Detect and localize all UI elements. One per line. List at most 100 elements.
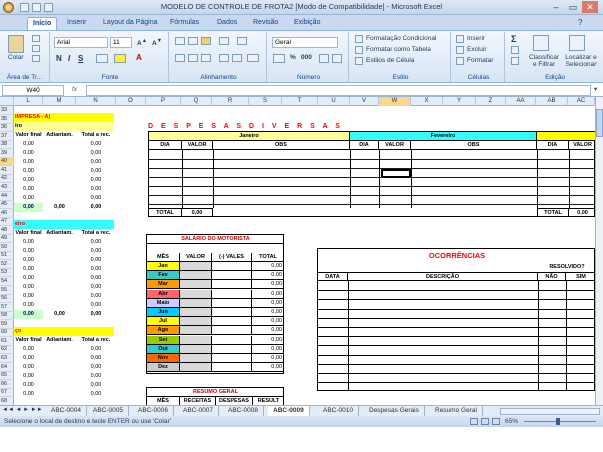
left-cell-final[interactable]: 0,00: [14, 256, 43, 265]
salario-valor-cell[interactable]: [180, 289, 212, 299]
font-size-select[interactable]: 11: [110, 37, 132, 48]
left-cell-final[interactable]: 0,00: [14, 372, 43, 381]
shrink-font-icon[interactable]: A▼: [152, 38, 162, 47]
borders-icon[interactable]: [96, 54, 108, 63]
close-icon[interactable]: ✕: [582, 1, 598, 13]
sheet-tab[interactable]: ABC-0004: [46, 406, 87, 416]
find-select-icon[interactable]: [569, 35, 585, 51]
col-header[interactable]: O: [116, 97, 146, 106]
delete-button[interactable]: Excluir: [467, 46, 487, 53]
italic-button[interactable]: I: [68, 54, 70, 63]
left-cell-final[interactable]: 0,00: [14, 149, 43, 158]
left-cell-final[interactable]: 0,00: [14, 265, 43, 274]
autosum-icon[interactable]: Σ: [511, 34, 516, 44]
selected-cell[interactable]: [381, 169, 411, 178]
tab-inicio[interactable]: Início: [27, 17, 58, 30]
minimize-icon[interactable]: –: [548, 1, 564, 13]
left-cell-total[interactable]: 0,00: [76, 301, 116, 310]
col-header[interactable]: N: [76, 97, 116, 106]
align-right-icon[interactable]: [201, 54, 211, 62]
tab-formulas[interactable]: Fórmulas: [165, 17, 204, 30]
align-top-icon[interactable]: [175, 37, 185, 45]
left-cell-total[interactable]: 0,00: [76, 372, 116, 381]
left-cell-total[interactable]: 0,00: [76, 158, 116, 167]
table-format-button[interactable]: Formatar como Tabela: [366, 46, 431, 53]
salario-vales-cell[interactable]: [212, 363, 252, 373]
fx-icon[interactable]: fx: [72, 86, 77, 93]
left-cell-total[interactable]: 0,00: [76, 345, 116, 354]
left-cell-total[interactable]: 0,00: [76, 390, 116, 399]
insert-icon[interactable]: [456, 35, 464, 43]
paste-icon[interactable]: [8, 35, 24, 53]
col-header[interactable]: M: [43, 97, 76, 106]
zoom-slider-thumb[interactable]: [556, 418, 560, 425]
left-cell-total[interactable]: 0,00: [76, 265, 116, 274]
col-header[interactable]: Z: [476, 97, 506, 106]
salario-valor-cell[interactable]: [180, 262, 212, 271]
currency-icon[interactable]: [273, 54, 285, 63]
salario-vales-cell[interactable]: [212, 317, 252, 327]
salario-vales-cell[interactable]: [212, 354, 252, 363]
delete-icon[interactable]: [456, 46, 464, 54]
col-header[interactable]: AA: [506, 97, 536, 106]
select-all[interactable]: [0, 97, 14, 106]
number-format-select[interactable]: Geral: [272, 37, 338, 48]
left-cell-total[interactable]: 0,00: [76, 292, 116, 301]
underline-button[interactable]: S: [78, 54, 83, 63]
thousands-icon[interactable]: 000: [301, 54, 312, 61]
name-box[interactable]: W40: [2, 85, 64, 96]
paste-button[interactable]: Colar: [8, 54, 24, 61]
orientation-icon[interactable]: [219, 37, 229, 45]
font-color-icon[interactable]: A: [136, 53, 142, 62]
salario-valor-cell[interactable]: [180, 354, 212, 363]
horizontal-scrollbar[interactable]: [500, 408, 600, 415]
salario-valor-cell[interactable]: [180, 317, 212, 327]
bold-button[interactable]: N: [56, 54, 62, 63]
col-header[interactable]: S: [249, 97, 282, 106]
table-format-icon[interactable]: [355, 46, 363, 54]
left-cell-final[interactable]: 0,00: [14, 363, 43, 372]
col-header[interactable]: AC: [568, 97, 595, 106]
left-cell-final[interactable]: 0,00: [14, 167, 43, 176]
left-cell-total[interactable]: 0,00: [76, 363, 116, 372]
align-center-icon[interactable]: [188, 54, 198, 62]
left-cell-total[interactable]: 0,00: [76, 140, 116, 149]
left-cell-final[interactable]: 0,00: [14, 345, 43, 354]
left-cell-final[interactable]: 0,00: [14, 238, 43, 247]
sheet-tab[interactable]: ABC-0006: [133, 406, 174, 416]
sheet-tab[interactable]: ABC-0008: [223, 406, 264, 416]
sheet-tab[interactable]: ABC-0005: [88, 406, 129, 416]
sheet-tab-active[interactable]: ABC-0009: [268, 406, 310, 416]
col-header[interactable]: X: [411, 97, 443, 106]
align-middle-icon[interactable]: [188, 37, 198, 45]
left-cell-final[interactable]: 0,00: [14, 301, 43, 310]
tab-dados[interactable]: Dados: [212, 17, 242, 30]
tab-revisao[interactable]: Revisão: [248, 17, 283, 30]
normal-view-icon[interactable]: [470, 418, 478, 425]
increase-indent-icon[interactable]: [232, 54, 242, 62]
salario-valor-cell[interactable]: [180, 344, 212, 354]
page-layout-icon[interactable]: [481, 418, 489, 425]
merge-center-icon[interactable]: [247, 54, 259, 62]
left-cell-final[interactable]: 0,00: [14, 292, 43, 301]
help-icon[interactable]: ?: [578, 18, 582, 27]
salario-vales-cell[interactable]: [212, 298, 252, 308]
salario-vales-cell[interactable]: [212, 280, 252, 290]
vertical-scroll-thumb[interactable]: [596, 109, 603, 137]
left-cell-final[interactable]: 0,00: [14, 283, 43, 292]
salario-vales-cell[interactable]: [212, 271, 252, 281]
col-header[interactable]: Q: [181, 97, 212, 106]
sheet-nav-icon[interactable]: ◄◄ ◄ ► ►►: [2, 407, 43, 413]
increase-decimal-icon[interactable]: [319, 54, 329, 63]
col-header[interactable]: R: [212, 97, 249, 106]
col-header[interactable]: AB: [536, 97, 568, 106]
wrap-text-icon[interactable]: [237, 37, 247, 45]
left-cell-total[interactable]: 0,00: [76, 194, 116, 203]
col-header[interactable]: L: [14, 97, 43, 106]
cell-styles-button[interactable]: Estilos de Célula: [366, 57, 414, 64]
format-button[interactable]: Formatar: [467, 57, 493, 64]
left-cell-final[interactable]: 0,00: [14, 185, 43, 194]
salario-vales-cell[interactable]: [212, 262, 252, 271]
cell-styles-icon[interactable]: [355, 57, 363, 65]
left-cell-total[interactable]: 0,00: [76, 149, 116, 158]
